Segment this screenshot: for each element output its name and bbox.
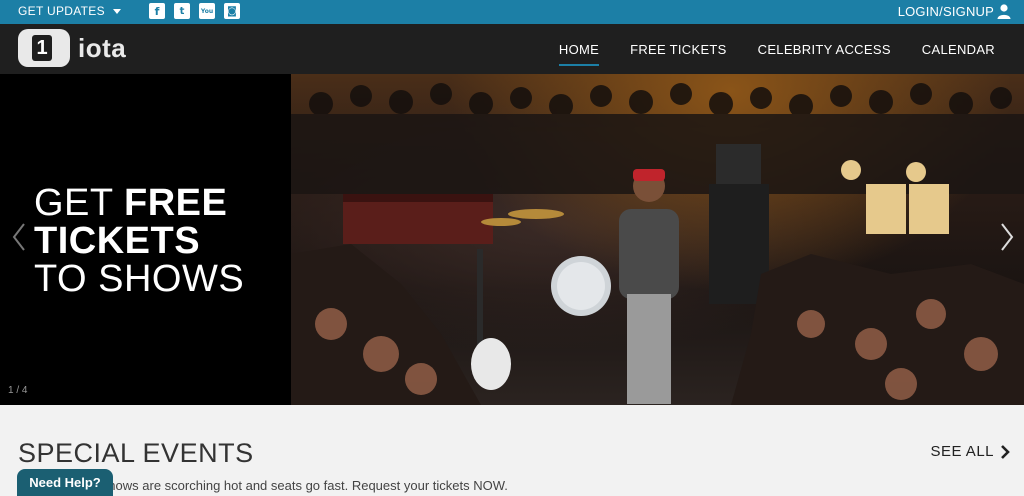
nav-menu: HOME FREE TICKETS CELEBRITY ACCESS CALEN… <box>558 42 995 66</box>
nav-item-free-tickets[interactable]: FREE TICKETS <box>630 42 727 57</box>
user-icon[interactable] <box>996 3 1012 19</box>
social-links: f t You ◙ <box>149 3 240 19</box>
instagram-icon[interactable]: ◙ <box>224 3 240 19</box>
caret-down-icon <box>112 9 121 15</box>
hero-headline: GET FREE TICKETS TO SHOWS <box>34 184 244 298</box>
need-help-button[interactable]: Need Help? <box>17 469 113 496</box>
get-updates-dropdown[interactable]: GET UPDATES <box>18 4 121 18</box>
headline-line-2: TICKETS <box>34 220 201 262</box>
login-signup-link[interactable]: LOGIN/SIGNUP <box>898 4 994 19</box>
see-all-link[interactable]: SEE ALL <box>930 443 1010 460</box>
nav-item-calendar[interactable]: CALENDAR <box>922 42 995 57</box>
slider-pager: 1 / 4 <box>8 385 28 396</box>
youtube-icon[interactable]: You <box>199 3 215 19</box>
hero-slider: GET FREE TICKETS TO SHOWS 1 / 4 <box>0 74 1024 405</box>
see-all-label: SEE ALL <box>930 443 994 460</box>
events-subtext: hese shows are scorching hot and seats g… <box>70 478 508 493</box>
top-utility-bar: GET UPDATES f t You ◙ LOGIN/SIGNUP <box>0 0 1024 24</box>
slider-next-arrow-icon[interactable] <box>1000 222 1014 252</box>
get-updates-label: GET UPDATES <box>18 4 105 18</box>
twitter-icon[interactable]: t <box>174 3 190 19</box>
headline-line-1: GET FREE <box>34 184 244 222</box>
headline-line-3: TO SHOWS <box>34 258 245 300</box>
headline-get: GET <box>34 182 124 224</box>
logo-number: 1 <box>32 35 52 61</box>
logo-tv-icon: 1 <box>18 29 70 67</box>
nav-item-home[interactable]: HOME <box>558 42 600 66</box>
concert-photo-shapes <box>291 83 1024 405</box>
iota-logo[interactable]: 1 iota <box>18 29 126 67</box>
headline-free: FREE <box>124 182 228 224</box>
nav-item-celebrity-access[interactable]: CELEBRITY ACCESS <box>758 42 891 57</box>
slider-prev-arrow-icon[interactable] <box>12 222 26 252</box>
chevron-right-icon <box>1001 444 1010 459</box>
facebook-icon[interactable]: f <box>149 3 165 19</box>
main-nav: 1 iota HOME FREE TICKETS CELEBRITY ACCES… <box>0 24 1024 74</box>
special-events-title: SPECIAL EVENTS <box>18 438 254 468</box>
logo-text: iota <box>78 32 127 63</box>
